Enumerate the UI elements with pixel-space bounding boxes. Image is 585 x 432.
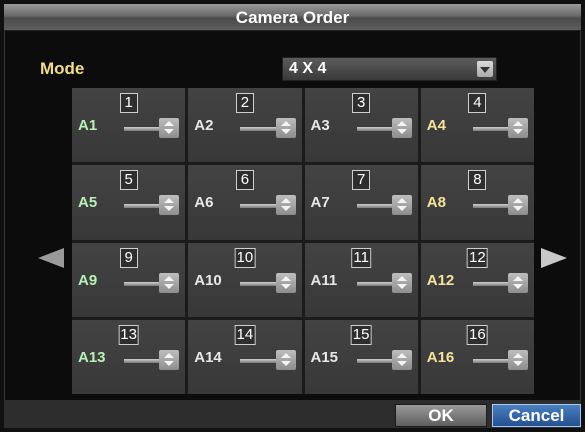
cancel-button[interactable]: Cancel — [492, 404, 581, 427]
up-down-spinner-icon[interactable] — [391, 195, 412, 216]
camera-slot: 10 A10 — [188, 242, 302, 317]
mode-select[interactable]: 4 X 4 — [282, 57, 497, 81]
camera-slot: 3 A3 — [304, 88, 418, 163]
camera-select-value: A7 — [310, 194, 330, 212]
up-down-spinner-icon[interactable] — [275, 195, 296, 216]
slot-number: 5 — [119, 170, 138, 191]
up-down-spinner-icon[interactable] — [159, 195, 180, 216]
camera-select-value: A12 — [426, 271, 455, 289]
slot-number: 3 — [352, 93, 371, 113]
camera-select-value: A11 — [310, 271, 338, 289]
up-down-spinner-icon[interactable] — [391, 272, 412, 293]
up-down-spinner-icon[interactable] — [159, 118, 180, 138]
camera-slot: 9 A9 — [72, 242, 186, 317]
slot-number: 10 — [234, 247, 256, 268]
slot-number: 1 — [119, 93, 138, 113]
dialog-title: Camera Order — [4, 4, 581, 31]
up-down-spinner-icon[interactable] — [159, 272, 180, 293]
slot-number: 4 — [468, 93, 487, 113]
camera-select-value: A9 — [78, 271, 98, 289]
slot-number: 9 — [119, 247, 138, 268]
right-arrow-icon[interactable] — [541, 248, 567, 268]
camera-slot: 2 A2 — [188, 88, 302, 163]
camera-slot: 8 A8 — [420, 165, 534, 240]
camera-select-value: A8 — [426, 194, 446, 212]
camera-slot: 12 A12 — [420, 242, 534, 317]
camera-slot: 16 A16 — [420, 319, 534, 394]
up-down-spinner-icon[interactable] — [391, 118, 412, 138]
camera-slot: 15 A15 — [304, 319, 418, 394]
camera-select-value: A15 — [310, 348, 339, 366]
camera-slot: 4 A4 — [420, 88, 534, 163]
slot-number: 16 — [467, 324, 488, 345]
up-down-spinner-icon[interactable] — [508, 272, 528, 293]
camera-select-value: A5 — [78, 194, 98, 212]
camera-select-value: A13 — [78, 348, 106, 366]
slot-number: 11 — [351, 247, 371, 268]
mode-label: Mode — [40, 59, 85, 78]
camera-select-value: A1 — [78, 117, 98, 134]
up-down-spinner-icon[interactable] — [508, 349, 528, 370]
camera-slot: 14 A14 — [188, 319, 302, 394]
up-down-spinner-icon[interactable] — [275, 272, 296, 293]
slot-number: 12 — [467, 247, 488, 268]
camera-select-value: A3 — [310, 117, 330, 134]
camera-select-value: A2 — [194, 117, 214, 134]
up-down-spinner-icon[interactable] — [275, 349, 296, 370]
up-down-spinner-icon[interactable] — [391, 349, 412, 370]
left-arrow-icon[interactable] — [38, 248, 64, 268]
camera-slot: 7 A7 — [304, 165, 418, 240]
camera-slot: 1 A1 — [72, 88, 186, 163]
slot-number: 6 — [235, 170, 254, 191]
slot-number: 7 — [352, 170, 371, 191]
slot-number: 14 — [234, 324, 256, 345]
camera-select-value: A6 — [194, 194, 214, 212]
up-down-spinner-icon[interactable] — [275, 118, 296, 138]
slot-number: 8 — [468, 170, 487, 191]
up-down-spinner-icon[interactable] — [508, 118, 528, 138]
mode-value: 4 X 4 — [289, 60, 327, 77]
camera-select-value: A10 — [194, 271, 222, 289]
camera-select-value: A4 — [426, 117, 446, 134]
slot-number: 13 — [118, 324, 139, 345]
slot-number: 15 — [350, 324, 372, 345]
camera-slot: 13 A13 — [72, 319, 186, 394]
camera-select-value: A14 — [194, 348, 222, 366]
camera-order-grid: 1 A1 2 A2 3 A3 4 A4 5 A5 6 A6 7 A7 8 A8 9 A9 10 A10 11 A11 12 A… — [72, 88, 534, 394]
up-down-spinner-icon[interactable] — [508, 195, 528, 216]
camera-select-value: A16 — [426, 348, 455, 366]
dropdown-arrow-icon[interactable] — [477, 61, 493, 77]
camera-slot: 5 A5 — [72, 165, 186, 240]
up-down-spinner-icon[interactable] — [159, 349, 180, 370]
camera-slot: 11 A11 — [304, 242, 418, 317]
ok-button[interactable]: OK — [395, 404, 487, 427]
slot-number: 2 — [235, 93, 254, 113]
camera-slot: 6 A6 — [188, 165, 302, 240]
